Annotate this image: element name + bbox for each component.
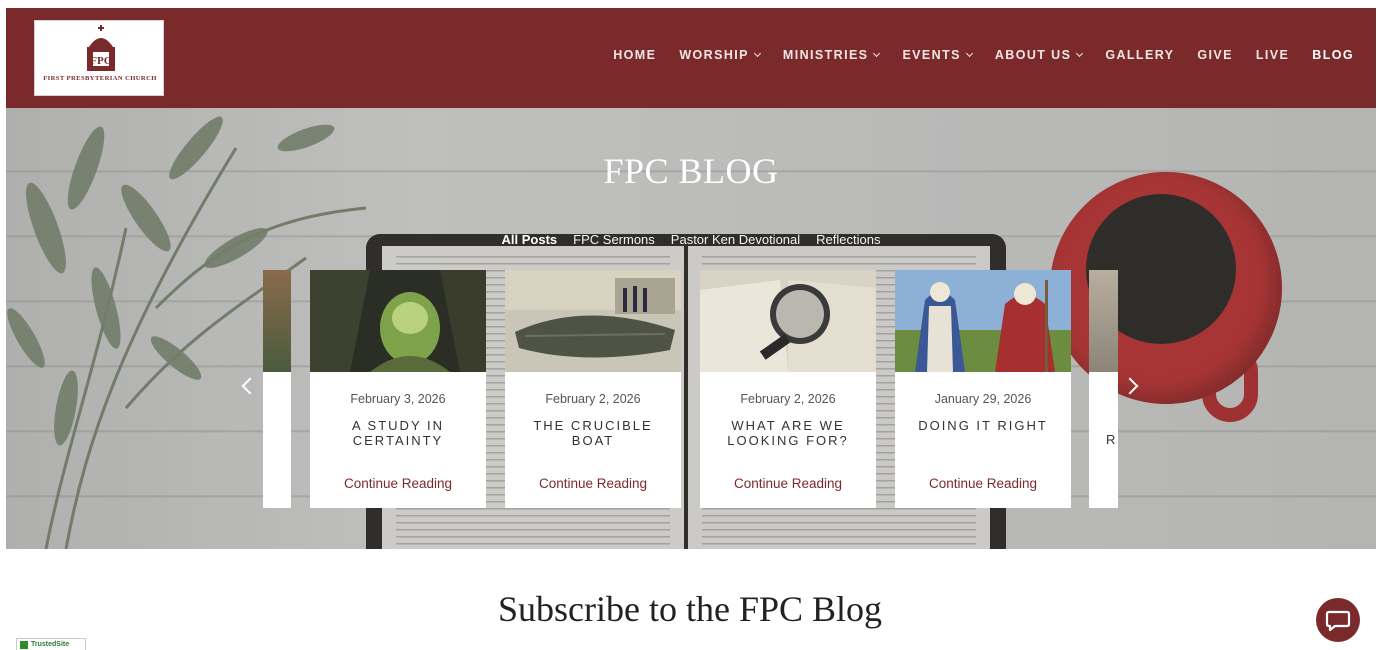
- chevron-down-icon: [1076, 49, 1084, 58]
- nav-live-label: LIVE: [1255, 48, 1290, 62]
- page-title: FPC BLOG: [603, 151, 779, 191]
- post-card-partial-next[interactable]: R: [1089, 270, 1118, 508]
- nav-blog-label: BLOG: [1312, 48, 1354, 62]
- post-date: February 2, 2026: [740, 392, 836, 406]
- checkmark-icon: [20, 641, 28, 649]
- post-card-partial-prev[interactable]: [263, 270, 291, 508]
- nav-home-label: HOME: [613, 48, 657, 62]
- site-header: FPC FIRST PRESBYTERIAN CHURCH HOME WORSH…: [6, 8, 1376, 108]
- continue-reading-link[interactable]: Continue Reading: [505, 476, 681, 491]
- chat-bubble-icon: [1325, 610, 1351, 632]
- category-filters: All Posts FPC Sermons Pastor Ken Devotio…: [6, 232, 1376, 247]
- filter-reflections[interactable]: Reflections: [816, 232, 880, 247]
- post-card[interactable]: February 2, 2026 THE CRUCIBLE BOAT Conti…: [505, 270, 681, 508]
- nav-events[interactable]: EVENTS: [902, 48, 973, 62]
- nav-about-us-label: ABOUT US: [994, 48, 1072, 62]
- chat-button[interactable]: [1316, 598, 1360, 642]
- nav-worship[interactable]: WORSHIP: [679, 48, 761, 62]
- post-date: February 2, 2026: [545, 392, 641, 406]
- subscribe-heading: Subscribe to the FPC Blog: [497, 589, 883, 629]
- nav-blog[interactable]: BLOG: [1312, 48, 1354, 62]
- nav-gallery[interactable]: GALLERY: [1105, 48, 1174, 62]
- nav-give[interactable]: GIVE: [1197, 48, 1232, 62]
- main-nav: HOME WORSHIP MINISTRIES EVENTS ABOUT US …: [590, 48, 1354, 62]
- nav-home[interactable]: HOME: [613, 48, 656, 62]
- post-title-partial: R: [1106, 432, 1118, 447]
- post-date: January 29, 2026: [934, 392, 1032, 406]
- post-title[interactable]: WHAT ARE WE LOOKING FOR?: [708, 418, 868, 448]
- continue-reading-link[interactable]: Continue Reading: [310, 476, 486, 491]
- post-card[interactable]: February 2, 2026 WHAT ARE WE LOOKING FOR…: [700, 270, 876, 508]
- post-thumbnail: [700, 270, 876, 372]
- chevron-down-icon: [753, 49, 761, 58]
- post-card[interactable]: February 3, 2026 A STUDY IN CERTAINTY Co…: [310, 270, 486, 508]
- filter-pastor-ken-devotional[interactable]: Pastor Ken Devotional: [671, 232, 800, 247]
- blog-hero: FPC BLOG All Posts FPC Sermons Pastor Ke…: [6, 108, 1376, 549]
- post-thumbnail: [505, 270, 681, 372]
- logo-letters: FPC: [90, 55, 112, 67]
- continue-reading-link[interactable]: Continue Reading: [895, 476, 1071, 491]
- nav-give-label: GIVE: [1197, 48, 1233, 62]
- post-thumbnail: [310, 270, 486, 372]
- page: FPC FIRST PRESBYTERIAN CHURCH HOME WORSH…: [6, 8, 1376, 650]
- church-logo[interactable]: FPC FIRST PRESBYTERIAN CHURCH: [34, 20, 164, 96]
- post-thumbnail: [895, 270, 1071, 372]
- post-title[interactable]: DOING IT RIGHT: [903, 418, 1063, 433]
- filter-all-posts[interactable]: All Posts: [502, 232, 558, 247]
- nav-events-label: EVENTS: [902, 48, 961, 62]
- nav-about-us[interactable]: ABOUT US: [994, 48, 1084, 62]
- continue-reading-link[interactable]: Continue Reading: [700, 476, 876, 491]
- post-card[interactable]: January 29, 2026 DOING IT RIGHT Continue…: [895, 270, 1071, 508]
- post-title[interactable]: A STUDY IN CERTAINTY: [318, 418, 478, 448]
- trusted-site-badge[interactable]: TrustedSite: [16, 638, 86, 650]
- filter-fpc-sermons[interactable]: FPC Sermons: [573, 232, 655, 247]
- nav-gallery-label: GALLERY: [1105, 48, 1175, 62]
- nav-worship-label: WORSHIP: [679, 48, 749, 62]
- trusted-site-label: TrustedSite: [31, 641, 70, 648]
- logo-church-name: FIRST PRESBYTERIAN CHURCH: [43, 75, 157, 82]
- post-date: February 3, 2026: [350, 392, 446, 406]
- chevron-down-icon: [965, 49, 973, 58]
- chevron-down-icon: [873, 49, 881, 58]
- nav-ministries-label: MINISTRIES: [782, 48, 869, 62]
- nav-ministries[interactable]: MINISTRIES: [782, 48, 881, 62]
- post-title[interactable]: THE CRUCIBLE BOAT: [513, 418, 673, 448]
- nav-live[interactable]: LIVE: [1256, 48, 1289, 62]
